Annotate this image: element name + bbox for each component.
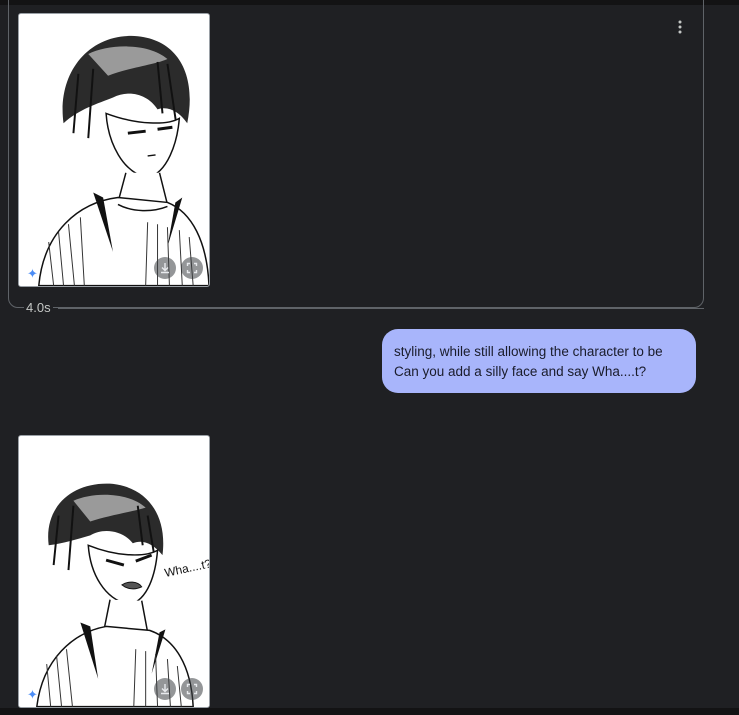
download-icon	[161, 263, 169, 274]
download-button[interactable]	[154, 257, 176, 279]
generated-image-2[interactable]: Wha....t? ✦	[18, 435, 210, 708]
user-message-line: styling, while still allowing the charac…	[394, 344, 663, 359]
user-message-bubble: styling, while still allowing the charac…	[382, 329, 696, 393]
generated-image-1[interactable]: ✦	[18, 13, 210, 287]
thinking-time-label: 4.0s	[24, 300, 53, 315]
fullscreen-icon	[186, 262, 198, 274]
download-icon	[161, 684, 169, 695]
more-options-button[interactable]	[669, 16, 691, 38]
fullscreen-button[interactable]	[181, 257, 203, 279]
fullscreen-button[interactable]	[181, 678, 203, 700]
generated-image-2-art: Wha....t?	[19, 436, 209, 707]
input-area-edge	[0, 708, 739, 715]
download-button[interactable]	[154, 678, 176, 700]
more-vert-icon	[678, 20, 682, 34]
fullscreen-icon	[186, 683, 198, 695]
sparkle-icon: ✦	[27, 266, 38, 281]
sparkle-icon: ✦	[27, 687, 38, 702]
user-message-line: Can you add a silly face and say Wha....…	[394, 364, 647, 379]
divider	[58, 308, 704, 309]
generated-image-1-art	[19, 14, 209, 286]
